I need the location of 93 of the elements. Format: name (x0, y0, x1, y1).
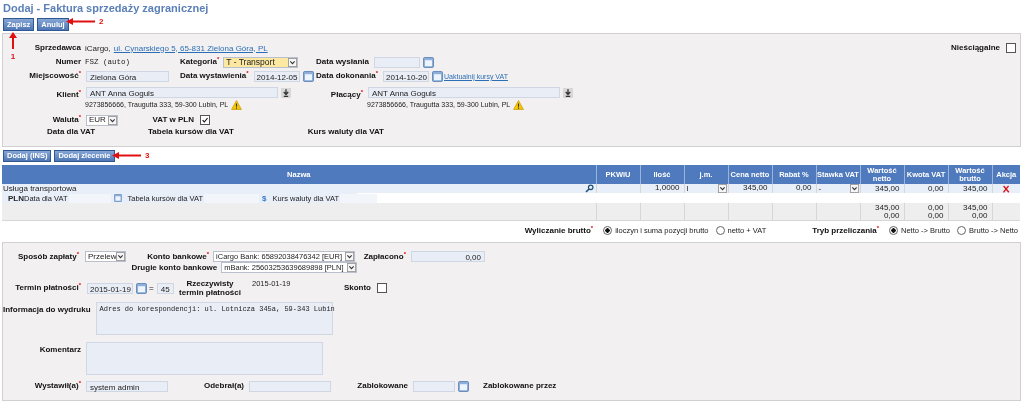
field-label: Data dla VAT (46, 127, 97, 137)
caret-icon (116, 252, 126, 261)
currency-code: PLN (8, 193, 24, 203)
calendar-icon[interactable] (302, 70, 314, 82)
table-cell: 345,00 (875, 184, 900, 193)
field-label: Tabela kursów dla VAT (148, 127, 235, 137)
input-field[interactable]: Zielona Góra (86, 70, 169, 82)
field-label: Termin płatności$^{*}$ (14, 283, 82, 293)
annotation-number: 2 (99, 17, 104, 26)
field-label: Tryb przeliczania$^{*}$ (812, 225, 881, 236)
field-label: Zablokowane (356, 381, 409, 391)
input-field[interactable]: ANT Anna Goguls (368, 87, 560, 98)
caret-icon (346, 263, 356, 272)
field-label: Odebrał(a) (203, 381, 245, 391)
radio-button[interactable] (603, 226, 613, 235)
download-icon[interactable] (281, 87, 291, 98)
warning-icon (513, 99, 525, 110)
warning-icon (231, 99, 243, 110)
checkbox[interactable] (200, 115, 210, 125)
total-value: 345,00 (874, 203, 900, 212)
field-label: Nieściągalne (951, 43, 1001, 53)
field-label: Sposób zapłaty$^{*}$ (16, 251, 80, 262)
field-label: Konto bankowe$^{*}$ (146, 251, 211, 262)
search-icon[interactable] (584, 184, 594, 193)
field-label: Kategoria$^{*}$ (180, 57, 221, 67)
field-label: Wystawił(a)$^{*}$ (33, 381, 82, 391)
table-cell: 0,00 (927, 184, 944, 193)
table-cell: 345,00 (963, 184, 988, 193)
annotation-arrow (9, 32, 17, 50)
field-label: VAT w PLN (151, 115, 195, 125)
delete-icon[interactable] (1002, 184, 1011, 193)
calendar-icon[interactable] (136, 282, 147, 294)
radio-button[interactable] (957, 226, 966, 235)
calendar-icon[interactable] (423, 56, 434, 68)
field-label: Miejscowość$^{*}$ (28, 71, 82, 81)
input-field[interactable] (413, 380, 455, 392)
field-label: Zapłacono$^{*}$ (362, 251, 407, 262)
equals-sign: = (149, 283, 154, 293)
field-label: Numer (54, 57, 82, 67)
calendar-icon[interactable] (113, 194, 122, 202)
input-field[interactable]: 2015-01-19 (87, 282, 133, 294)
field-label: Data wysłania (315, 57, 370, 67)
field-label: Informacja do wydruku (3, 305, 92, 315)
checkbox[interactable] (1006, 43, 1016, 53)
field-label: Zablokowane przez (483, 381, 558, 391)
field-label: Drugie konto bankowe (131, 262, 219, 273)
input-field[interactable]: ANT Anna Goguls (86, 87, 278, 98)
field-label: Waluta$^{*}$ (51, 115, 82, 125)
seller-address-link[interactable]: ul. Cynarskiego 5, 65-831 Zielona Góra, PL (113, 43, 268, 53)
input-field[interactable]: 0,00 (411, 251, 485, 262)
radio-button[interactable] (889, 226, 899, 235)
caret-icon (288, 57, 298, 67)
input-field[interactable]: 2014-12-05 (253, 70, 300, 82)
calendar-icon[interactable] (458, 380, 469, 392)
total-value: 0,00 (926, 211, 944, 220)
total-value: 345,00 (962, 203, 988, 212)
radio-button[interactable] (715, 226, 725, 235)
currency-symbol: $ (262, 193, 267, 203)
input-field[interactable]: system admin (86, 380, 168, 392)
field-label: Klient$^{*}$ (55, 90, 82, 100)
caret-icon (344, 252, 354, 261)
total-value: 0,00 (971, 211, 988, 220)
total-value: 0,00 (883, 211, 900, 220)
input-field[interactable]: 2014-10-20 (383, 70, 429, 82)
dropdown[interactable]: l (685, 184, 728, 193)
input-field[interactable]: 45 (156, 282, 174, 294)
caret-icon (108, 115, 117, 125)
field-label: Wyliczanie brutto$^{*}$ (524, 225, 595, 236)
field-label: Skonto (342, 283, 372, 293)
input-field[interactable] (374, 56, 420, 68)
dropdown[interactable]: T - Transport (223, 56, 299, 68)
field-label: Płacący$^{*}$ (329, 90, 364, 100)
dropdown[interactable]: - (817, 184, 860, 193)
field-label: Data wystawienia$^{*}$ (180, 71, 250, 81)
input-field[interactable] (249, 380, 331, 392)
annotation-arrow (66, 18, 96, 25)
field-label: Rzeczywisty termin płatności (178, 279, 242, 297)
dropdown[interactable]: EUR (86, 114, 118, 126)
annotation-number: 3 (145, 151, 150, 160)
field-label: Sprzedawca (33, 43, 82, 53)
field-label: Komentarz (38, 345, 82, 355)
annotation-number: 1 (10, 52, 16, 61)
dropdown[interactable]: Przelew (85, 251, 126, 262)
download-icon[interactable] (563, 87, 573, 98)
annotation-arrow (112, 152, 142, 159)
seller-name: iCargo, (85, 43, 111, 53)
total-value: 0,00 (926, 203, 944, 212)
item-name: Usługa transportowa (3, 184, 77, 193)
field-label: Kurs waluty dla VAT (307, 127, 385, 137)
page-title: Dodaj - Faktura sprzedaży zagranicznej (2, 1, 210, 16)
calendar-icon[interactable] (432, 70, 443, 82)
checkbox[interactable] (377, 283, 387, 293)
field-label: Data dokonania$^{*}$ (315, 71, 379, 81)
